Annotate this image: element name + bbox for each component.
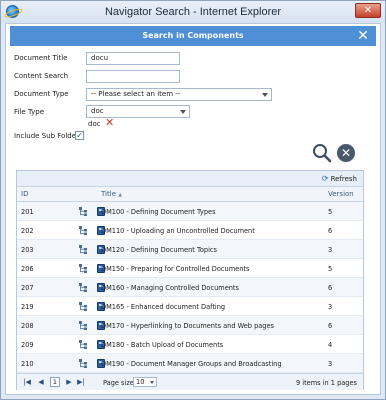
- grid-header: ID Title ▲ Version: [17, 187, 363, 202]
- row-title[interactable]: DM120 - Defining Document Topics: [101, 246, 217, 254]
- row-id: 210: [21, 360, 34, 368]
- page-size-label: Page size:: [103, 379, 137, 387]
- column-header-title[interactable]: Title ▲: [101, 190, 122, 198]
- row-version: 6: [328, 322, 333, 330]
- browser-window: Navigator Search - Internet Explorer ✕ S…: [0, 0, 386, 400]
- window-titlebar: Navigator Search - Internet Explorer ✕: [1, 1, 385, 23]
- table-row[interactable]: 219 DM165 - Enhanced document Dafting 3: [17, 297, 363, 316]
- chevron-down-icon: [180, 110, 186, 114]
- selected-file-type: doc: [88, 120, 101, 128]
- row-title[interactable]: DM170 - Hyperlinking to Documents and We…: [101, 322, 274, 330]
- document-title-input[interactable]: docu: [86, 52, 180, 65]
- row-version: 6: [328, 227, 333, 235]
- panel-title: Search in Components: [142, 31, 244, 40]
- row-version: 5: [328, 265, 333, 273]
- row-title[interactable]: DM165 - Enhanced document Dafting: [101, 303, 225, 311]
- search-icon[interactable]: [312, 143, 332, 163]
- row-id: 203: [21, 246, 34, 254]
- hierarchy-icon[interactable]: [79, 245, 88, 254]
- include-subfolders-checkbox[interactable]: ✓: [75, 131, 84, 140]
- file-type-value: doc: [91, 107, 104, 115]
- file-type-select[interactable]: doc: [86, 105, 190, 118]
- refresh-icon: ⟳: [321, 174, 329, 183]
- hierarchy-icon[interactable]: [79, 226, 88, 235]
- refresh-button[interactable]: ⟳ Refresh: [322, 174, 357, 183]
- row-id: 209: [21, 341, 34, 349]
- row-id: 208: [21, 322, 34, 330]
- document-type-value: -- Please select an item --: [91, 90, 181, 98]
- first-page-icon[interactable]: |◀: [23, 378, 31, 387]
- hierarchy-icon[interactable]: [79, 302, 88, 311]
- panel-close-icon[interactable]: ✕: [356, 28, 370, 44]
- hierarchy-icon[interactable]: [79, 359, 88, 368]
- row-version: 3: [328, 303, 333, 311]
- table-row[interactable]: 208 DM170 - Hyperlinking to Documents and…: [17, 316, 363, 335]
- document-type-label: Document Type: [14, 90, 69, 98]
- refresh-label: Refresh: [330, 175, 357, 183]
- row-title[interactable]: DM100 - Defining Document Types: [101, 208, 216, 216]
- row-title[interactable]: DM160 - Managing Controlled Documents: [101, 284, 239, 292]
- hierarchy-icon[interactable]: [79, 340, 88, 349]
- content-search-input[interactable]: [86, 70, 180, 83]
- table-row[interactable]: 207 DM160 - Managing Controlled Documents…: [17, 278, 363, 297]
- clear-icon[interactable]: ✕: [337, 144, 355, 162]
- row-title[interactable]: DM190 - Document Manager Groups and Broa…: [101, 360, 282, 368]
- row-id: 219: [21, 303, 34, 311]
- table-row[interactable]: 209 DM180 - Batch Upload of Documents 4: [17, 335, 363, 354]
- table-row[interactable]: 206 DM150 - Preparing for Controlled Docu…: [17, 259, 363, 278]
- grid-pager: |◀ ◀ 1 ▶ ▶| Page size: 10 9 items in 1 p…: [17, 373, 363, 390]
- current-page[interactable]: 1: [50, 377, 60, 387]
- dialog-content: Search in Components ✕ Document Title do…: [5, 23, 381, 395]
- last-page-icon[interactable]: ▶|: [77, 378, 85, 387]
- row-title[interactable]: DM150 - Preparing for Controlled Documen…: [101, 265, 249, 273]
- row-version: 3: [328, 360, 333, 368]
- table-row[interactable]: 201 DM100 - Defining Document Types 5: [17, 202, 363, 221]
- column-header-version[interactable]: Version: [328, 190, 354, 198]
- chevron-down-icon: [150, 381, 154, 384]
- page-size-value: 10: [136, 378, 145, 386]
- remove-file-type-icon[interactable]: ✕: [105, 117, 114, 128]
- row-version: 4: [328, 341, 333, 349]
- row-id: 207: [21, 284, 34, 292]
- row-version: 3: [328, 246, 333, 254]
- results-grid: ⟳ Refresh ID Title ▲ Version 201 DM100 - D…: [16, 170, 364, 390]
- content-search-label: Content Search: [14, 72, 69, 80]
- row-title[interactable]: DM110 - Uploading an Uncontrolled Docume…: [101, 227, 255, 235]
- sort-ascending-icon: ▲: [118, 192, 123, 198]
- row-version: 6: [328, 284, 333, 292]
- window-close-button[interactable]: ✕: [355, 3, 381, 18]
- include-subfolders-label: Include Sub Folders: [14, 132, 83, 140]
- document-type-select[interactable]: -- Please select an item --: [86, 88, 272, 101]
- row-id: 202: [21, 227, 34, 235]
- table-row[interactable]: 202 DM110 - Uploading an Uncontrolled Doc…: [17, 221, 363, 240]
- window-title: Navigator Search - Internet Explorer: [104, 6, 282, 18]
- chevron-down-icon: [262, 93, 268, 97]
- hierarchy-icon[interactable]: [79, 207, 88, 216]
- page-size-select[interactable]: 10: [133, 377, 157, 387]
- document-title-label: Document Title: [14, 54, 68, 62]
- row-id: 206: [21, 265, 34, 273]
- column-header-id[interactable]: ID: [21, 190, 28, 198]
- file-type-label: File Type: [14, 108, 45, 116]
- pager-info: 9 items in 1 pages: [295, 379, 357, 387]
- row-id: 201: [21, 208, 34, 216]
- row-title[interactable]: DM180 - Batch Upload of Documents: [101, 341, 223, 349]
- grid-toolbar: ⟳ Refresh: [17, 171, 363, 187]
- table-row[interactable]: 203 DM120 - Defining Document Topics 3: [17, 240, 363, 259]
- row-version: 5: [328, 208, 333, 216]
- column-header-title-label: Title: [101, 190, 117, 198]
- hierarchy-icon[interactable]: [79, 283, 88, 292]
- next-page-icon[interactable]: ▶: [65, 378, 73, 387]
- hierarchy-icon[interactable]: [79, 264, 88, 273]
- hierarchy-icon[interactable]: [79, 321, 88, 330]
- prev-page-icon[interactable]: ◀: [37, 378, 45, 387]
- table-row[interactable]: 210 DM190 - Document Manager Groups and B…: [17, 354, 363, 373]
- panel-header: Search in Components ✕: [10, 26, 376, 46]
